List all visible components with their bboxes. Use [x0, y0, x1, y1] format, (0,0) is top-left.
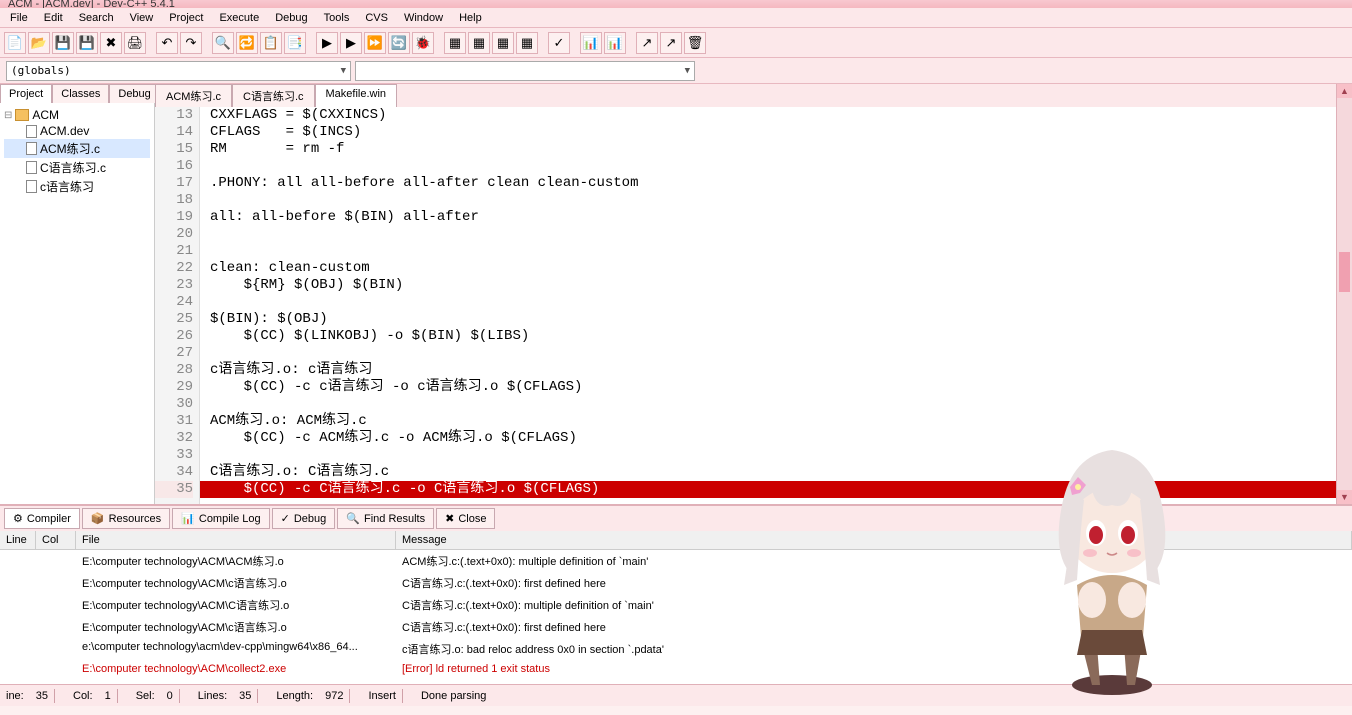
left-tab-debug[interactable]: Debug — [109, 84, 159, 103]
menu-file[interactable]: File — [2, 10, 36, 26]
message-row[interactable]: E:\computer technology\ACM\c语言练习.oC语言练习.… — [0, 572, 1352, 594]
grid3-icon[interactable]: ▦ — [492, 32, 514, 54]
status-bar: ine:35 Col:1 Sel:0 Lines:35 Length:972 I… — [0, 684, 1352, 706]
scroll-thumb[interactable] — [1339, 252, 1350, 292]
grid2-icon[interactable]: ▦ — [468, 32, 490, 54]
open-icon[interactable]: 📂 — [28, 32, 50, 54]
redo-icon[interactable]: ↷ — [180, 32, 202, 54]
menu-window[interactable]: Window — [396, 10, 451, 26]
tab-icon: 🔍 — [346, 512, 360, 525]
file-icon — [26, 180, 37, 193]
new-file-icon[interactable]: 📄 — [4, 32, 26, 54]
editor-tab[interactable]: ACM练习.c — [155, 84, 232, 107]
editor-tabs: ACM练习.cC语言练习.cMakefile.win — [155, 84, 1336, 107]
tab-icon: ⚙ — [13, 512, 23, 525]
tree-item[interactable]: c语言练习 — [4, 177, 150, 196]
tree-root[interactable]: ⊟ ACM — [4, 107, 150, 123]
project-tree: ⊟ ACM ACM.devACM练习.cC语言练习.cc语言练习 — [0, 103, 154, 200]
debug-icon[interactable]: 🐞 — [412, 32, 434, 54]
print-icon[interactable]: 🖨 — [124, 32, 146, 54]
project-panel: ProjectClassesDebug ⊟ ACM ACM.devACM练习.c… — [0, 84, 155, 504]
exit1-icon[interactable]: ↗ — [636, 32, 658, 54]
chart1-icon[interactable]: 📊 — [580, 32, 602, 54]
grid4-icon[interactable]: ▦ — [516, 32, 538, 54]
compile-icon[interactable]: ▶ — [316, 32, 338, 54]
rebuild-icon[interactable]: 🔄 — [388, 32, 410, 54]
project-tabs: ProjectClassesDebug — [0, 84, 154, 103]
exit2-icon[interactable]: ↗ — [660, 32, 682, 54]
tab-icon: 📊 — [181, 512, 195, 525]
output-tabs: ⚙Compiler📦Resources📊Compile Log✓Debug🔍Fi… — [0, 506, 1352, 531]
undo-icon[interactable]: ↶ — [156, 32, 178, 54]
message-row[interactable]: E:\computer technology\ACM\C语言练习.oC语言练习.… — [0, 594, 1352, 616]
save-all-icon[interactable]: 💾 — [76, 32, 98, 54]
tree-item[interactable]: C语言练习.c — [4, 158, 150, 177]
menu-bar: FileEditSearchViewProjectExecuteDebugToo… — [0, 8, 1352, 28]
left-tab-project[interactable]: Project — [0, 84, 52, 103]
chart2-icon[interactable]: 📊 — [604, 32, 626, 54]
menu-cvs[interactable]: CVS — [357, 10, 396, 26]
message-row[interactable]: E:\computer technology\ACM\ACM练习.oACM练习.… — [0, 550, 1352, 572]
goto-icon[interactable]: 📑 — [284, 32, 306, 54]
menu-project[interactable]: Project — [161, 10, 211, 26]
message-row[interactable]: E:\computer technology\ACM\c语言练习.oC语言练习.… — [0, 616, 1352, 638]
menu-tools[interactable]: Tools — [316, 10, 358, 26]
find-icon[interactable]: 🔍 — [212, 32, 234, 54]
menu-help[interactable]: Help — [451, 10, 490, 26]
combo-row: (globals)▼ ▼ — [0, 58, 1352, 84]
bottom-tab-close[interactable]: ✖Close — [436, 508, 495, 529]
bottom-tab-find-results[interactable]: 🔍Find Results — [337, 508, 434, 529]
toolbar-main: 📄 📂 💾 💾 ✖ 🖨 ↶ ↷ 🔍 🔁 📋 📑 ▶ ▶ ⏩ 🔄 🐞 ▦ ▦ ▦ … — [0, 28, 1352, 58]
bottom-tab-compiler[interactable]: ⚙Compiler — [4, 508, 80, 529]
menu-view[interactable]: View — [122, 10, 162, 26]
menu-execute[interactable]: Execute — [211, 10, 267, 26]
tab-icon: 📦 — [91, 512, 105, 525]
message-header: Line Col File Message — [0, 531, 1352, 550]
folder-icon — [15, 109, 29, 121]
compiler-messages: Line Col File Message E:\computer techno… — [0, 531, 1352, 684]
vertical-scrollbar[interactable]: ▲ ▼ — [1336, 84, 1352, 504]
grid1-icon[interactable]: ▦ — [444, 32, 466, 54]
bottom-tab-compile-log[interactable]: 📊Compile Log — [172, 508, 269, 529]
find-in-files-icon[interactable]: 📋 — [260, 32, 282, 54]
message-row[interactable]: E:\computer technology\ACM\collect2.exe[… — [0, 660, 1352, 678]
file-icon — [26, 161, 37, 174]
file-icon — [26, 125, 37, 138]
menu-edit[interactable]: Edit — [36, 10, 71, 26]
bottom-tab-resources[interactable]: 📦Resources — [82, 508, 170, 529]
line-gutter: 1314151617181920212223242526272829303132… — [155, 107, 200, 504]
tab-icon: ✓ — [281, 512, 290, 525]
menu-search[interactable]: Search — [71, 10, 122, 26]
close-file-icon[interactable]: ✖ — [100, 32, 122, 54]
tree-item[interactable]: ACM.dev — [4, 123, 150, 139]
file-icon — [26, 142, 37, 155]
bottom-tab-debug[interactable]: ✓Debug — [272, 508, 336, 529]
run-icon[interactable]: ▶ — [340, 32, 362, 54]
output-panel: ⚙Compiler📦Resources📊Compile Log✓Debug🔍Fi… — [0, 504, 1352, 684]
editor-area: ACM练习.cC语言练习.cMakefile.win 1314151617181… — [155, 84, 1336, 504]
code-content[interactable]: CXXFLAGS = $(CXXINCS)CFLAGS = $(INCS)RM … — [200, 107, 1336, 504]
code-editor[interactable]: 1314151617181920212223242526272829303132… — [155, 107, 1336, 504]
scroll-down-icon[interactable]: ▼ — [1337, 490, 1352, 504]
left-tab-classes[interactable]: Classes — [52, 84, 109, 103]
members-combo[interactable]: ▼ — [355, 61, 695, 81]
menu-debug[interactable]: Debug — [267, 10, 315, 26]
compile-run-icon[interactable]: ⏩ — [364, 32, 386, 54]
message-row[interactable]: e:\computer technology\acm\dev-cpp\mingw… — [0, 638, 1352, 660]
check-icon[interactable]: ✓ — [548, 32, 570, 54]
globals-combo[interactable]: (globals)▼ — [6, 61, 351, 81]
save-icon[interactable]: 💾 — [52, 32, 74, 54]
tab-icon: ✖ — [445, 512, 454, 525]
title-bar: ACM - [ACM.dev] - Dev-C++ 5.4.1 — [0, 0, 1352, 8]
editor-tab[interactable]: C语言练习.c — [232, 84, 315, 107]
replace-icon[interactable]: 🔁 — [236, 32, 258, 54]
trash-icon[interactable]: 🗑 — [684, 32, 706, 54]
editor-tab[interactable]: Makefile.win — [315, 84, 398, 107]
scroll-up-icon[interactable]: ▲ — [1337, 84, 1352, 98]
tree-item[interactable]: ACM练习.c — [4, 139, 150, 158]
